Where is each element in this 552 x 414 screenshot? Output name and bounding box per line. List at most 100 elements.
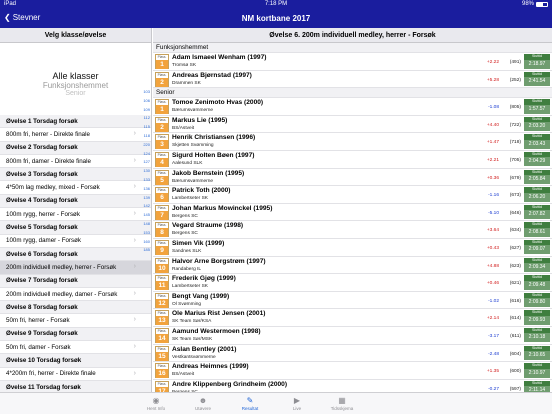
filter-option-disabled[interactable]: Funksjonshemmet bbox=[0, 81, 151, 90]
swimmer-club: Sandnes SLK bbox=[172, 248, 202, 254]
swimmer-name: Johan Markus Mowinckel (1995) bbox=[172, 204, 273, 212]
class-filter[interactable]: Alle klasser Funksjonshemmet Senior bbox=[0, 43, 151, 115]
event-group-header: Øvelse 5 Torsdag forsøk bbox=[0, 221, 151, 235]
event-list-item[interactable]: 800m fri, herrer - Direkte finale › bbox=[0, 128, 151, 142]
result-row[interactable]: Plass. 4 Sigurd Holten Bøen (1997) Aalesund… bbox=[153, 151, 552, 169]
result-row[interactable]: Plass. 17 Andre Klippenberg Grindheim (200… bbox=[153, 380, 552, 392]
nav-bar: ❮ Stevner NM kortbane 2017 bbox=[0, 10, 552, 28]
swimmer-club: Randaberg IL bbox=[172, 266, 202, 272]
fina-points: (627) bbox=[509, 245, 521, 251]
index-number[interactable]: 115 bbox=[138, 123, 150, 132]
event-label: Øvelse 2 Torsdag forsøk bbox=[6, 144, 78, 152]
index-number[interactable]: 112 bbox=[138, 114, 150, 123]
result-row[interactable]: Plass. 15 Aslan Bentley (2001) Vestkantsvøm… bbox=[153, 345, 552, 363]
fina-points: (252) bbox=[509, 77, 521, 83]
event-group-header: Øvelse 1 Torsdag forsøk bbox=[0, 115, 151, 129]
index-number[interactable]: 185 bbox=[138, 246, 150, 255]
final-time-box: Sluttid 2:06.20 bbox=[524, 187, 550, 202]
index-number[interactable]: 106 bbox=[138, 97, 150, 106]
time-difference: -0.27 bbox=[488, 386, 499, 392]
place-badge: Plass. 3 bbox=[155, 134, 169, 150]
event-list-header: Velg klasse/øvelse bbox=[0, 28, 151, 43]
fina-points: (722) bbox=[509, 122, 521, 128]
result-row[interactable]: Plass. 7 Johan Markus Mowinckel (1995) Berg… bbox=[153, 204, 552, 222]
place-number: 2 bbox=[156, 122, 168, 132]
place-number: 4 bbox=[156, 157, 168, 167]
event-list-item[interactable]: 4*200m fri, herrer - Direkte finale › bbox=[0, 368, 151, 381]
result-row[interactable]: Plass. 2 Andreas Bjørnstad (1997) Drammen S… bbox=[153, 71, 552, 89]
event-label: 800m fri, herrer - Direkte finale bbox=[6, 130, 90, 138]
event-list-item[interactable]: 100m rygg, damer - Forsøk › bbox=[0, 235, 151, 248]
final-time-box: Sluttid 2:09.93 bbox=[524, 310, 550, 325]
event-label: 4*50m lag medley, mixed - Forsøk bbox=[6, 184, 100, 192]
result-row[interactable]: Plass. 9 Simen Vik (1999) Sandnes SLK +0.43 (… bbox=[153, 239, 552, 257]
results-list: Funksjonshemmet Plass. 1 Adam Ismaeel Wenha… bbox=[153, 43, 552, 392]
index-scrubber[interactable]: 103 106 109 112 115 118 220 124 127 130 133 136 139 1… bbox=[138, 88, 150, 255]
place-badge: Plass. 6 bbox=[155, 187, 169, 203]
place-badge: Plass. 1 bbox=[155, 54, 169, 69]
index-number[interactable]: 118 bbox=[138, 132, 150, 141]
chevron-right-icon: › bbox=[133, 183, 136, 191]
event-list-panel: Velg klasse/øvelse Alle klasser Funksjon… bbox=[0, 28, 152, 392]
result-row[interactable]: Plass. 12 Bengt Vang (1999) Ol Svømming -1.0… bbox=[153, 292, 552, 310]
result-row[interactable]: Plass. 13 Ole Marius Rist Jensen (2001) SK … bbox=[153, 309, 552, 327]
result-row[interactable]: Plass. 5 Jakob Bernstein (1995) Bærumsvømme… bbox=[153, 169, 552, 187]
results-section-header: Funksjonshemmet bbox=[153, 43, 552, 53]
index-number[interactable]: 109 bbox=[138, 106, 150, 115]
fina-points: (611) bbox=[510, 333, 521, 339]
final-time-box: Sluttid 2:09.34 bbox=[524, 257, 550, 273]
result-row[interactable]: Plass. 2 Markus Lie (1995) BS/Astveit +4.40 (… bbox=[153, 116, 552, 134]
swimmer-name: Aamund Westermoen (1998) bbox=[172, 327, 261, 335]
result-row[interactable]: Plass. 1 Adam Ismaeel Wenham (1997) Tromsø … bbox=[153, 53, 552, 71]
index-number[interactable]: 130 bbox=[138, 167, 150, 176]
time-difference: -2.48 bbox=[488, 351, 499, 357]
filter-option-senior[interactable]: Senior bbox=[0, 90, 151, 98]
event-list-item[interactable]: 200m individuell medley, damer - Forsøk › bbox=[0, 288, 151, 302]
event-list-item[interactable]: 50m fri, damer - Forsøk › bbox=[0, 341, 151, 355]
tab-label: Utøvere bbox=[194, 406, 211, 411]
status-bar: iPad 7:18 PM 98% bbox=[0, 0, 552, 10]
final-time: 2:09.07 bbox=[524, 245, 550, 255]
index-number[interactable]: 148 bbox=[138, 220, 150, 229]
index-number[interactable]: 127 bbox=[138, 158, 150, 167]
result-row[interactable]: Plass. 1 Tomoe Zenimoto Hvas (2000) Bærumsv… bbox=[153, 98, 552, 116]
index-number[interactable]: 220 bbox=[138, 141, 150, 150]
result-row[interactable]: Plass. 6 Patrick Toth (2000) Lambertseter S… bbox=[153, 186, 552, 204]
result-row[interactable]: Plass. 11 Frederik Gjøg (1999) Lambertseter… bbox=[153, 274, 552, 292]
result-row[interactable]: Plass. 14 Aamund Westermoen (1998) SK Team … bbox=[153, 327, 552, 345]
swimmer-club: BS/Astveit bbox=[172, 372, 195, 378]
event-list-item[interactable]: 100m rygg, herrer - Forsøk › bbox=[0, 208, 151, 222]
final-time: 2:18.97 bbox=[524, 59, 550, 69]
time-difference: -1.16 bbox=[488, 193, 499, 199]
index-number[interactable]: 160 bbox=[138, 238, 150, 247]
time-difference: +2.21 bbox=[486, 157, 499, 163]
final-time: 2:03.43 bbox=[524, 139, 550, 149]
time-difference: +4.88 bbox=[486, 263, 499, 269]
final-time: 2:03.20 bbox=[524, 122, 550, 132]
index-number[interactable]: 153 bbox=[138, 229, 150, 238]
swimmer-club: Ol Svømming bbox=[172, 301, 202, 307]
event-list-item[interactable]: 50m fri, herrer - Forsøk › bbox=[0, 314, 151, 328]
index-number[interactable]: 133 bbox=[138, 176, 150, 185]
result-row[interactable]: Plass. 8 Vegard Straume (1998) Bergens SC +3… bbox=[153, 221, 552, 239]
place-number: 10 bbox=[156, 263, 168, 273]
final-time-box: Sluttid 2:03.43 bbox=[524, 134, 550, 149]
place-badge: Plass. 2 bbox=[155, 71, 169, 87]
index-number[interactable]: 124 bbox=[138, 150, 150, 159]
result-row[interactable]: Plass. 10 Halvor Arne Borgstrøm (1997) Rand… bbox=[153, 257, 552, 275]
event-group-header: Øvelse 10 Torsdag forsøk bbox=[0, 354, 151, 368]
result-row[interactable]: Plass. 3 Henrik Christiansen (1996) Skjette… bbox=[153, 133, 552, 151]
index-number[interactable]: 145 bbox=[138, 211, 150, 220]
event-list-item[interactable]: 800m fri, damer - Direkte finale › bbox=[0, 155, 151, 169]
event-label: Øvelse 9 Torsdag forsøk bbox=[6, 330, 78, 338]
result-row[interactable]: Plass. 16 Andreas Heimnes (1999) BS/Astveit… bbox=[153, 362, 552, 380]
index-number[interactable]: 136 bbox=[138, 185, 150, 194]
event-list-item[interactable]: 4*50m lag medley, mixed - Forsøk › bbox=[0, 181, 151, 195]
index-number[interactable]: 139 bbox=[138, 194, 150, 203]
final-time-box: Sluttid 2:09.07 bbox=[524, 239, 550, 255]
filter-option-all[interactable]: Alle klasser bbox=[0, 71, 151, 81]
tab-tidsskjema[interactable]: ▦ Tidsskjema bbox=[312, 395, 372, 411]
index-number[interactable]: 103 bbox=[138, 88, 150, 97]
event-list-item[interactable]: 200m individuell medley, herrer - Forsøk… bbox=[0, 261, 151, 275]
index-number[interactable]: 142 bbox=[138, 202, 150, 211]
